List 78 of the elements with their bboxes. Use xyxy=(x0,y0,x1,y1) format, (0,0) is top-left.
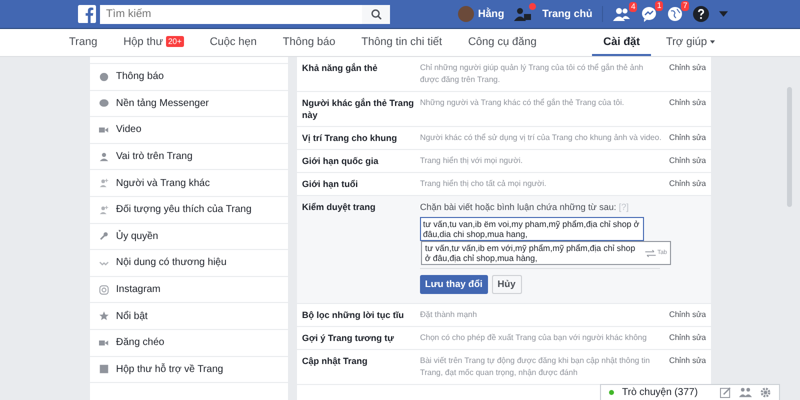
tab[interactable]: Cuộc hẹn xyxy=(198,29,268,56)
person-plus-icon xyxy=(99,204,109,215)
cancel-button[interactable]: Hủy xyxy=(492,275,522,294)
count-badge: 20+ xyxy=(166,36,184,47)
people-icon[interactable] xyxy=(739,387,752,398)
setting-description: Trang hiển thị cho tất cả mọi người. xyxy=(420,178,548,190)
count-badge: 7 xyxy=(680,1,690,11)
sidebar-item[interactable]: Instagram xyxy=(90,276,288,304)
tab[interactable]: Trợ giúp xyxy=(654,29,726,56)
save-button[interactable]: Lưu thay đổi xyxy=(420,275,488,294)
search-icon xyxy=(370,8,382,20)
edit-link[interactable]: Chỉnh sửa xyxy=(669,97,706,109)
caret-icon[interactable] xyxy=(719,11,728,17)
sidebar-item[interactable]: Hộp thư hỗ trợ về Trang xyxy=(90,356,288,384)
tab[interactable]: Trang xyxy=(58,29,108,56)
video-camera-icon xyxy=(99,124,109,135)
setting-description: Bài viết trên Trang tự động được đăng khi bạn cập nhật thông tin Trang, đạt mốc quan trọng, nhận được đánh xyxy=(420,355,651,379)
tab[interactable]: Công cụ đăng xyxy=(457,29,548,56)
sidebar-item[interactable]: Vai trò trên Trang xyxy=(90,144,288,170)
edit-link[interactable]: Chỉnh sửa xyxy=(669,132,706,144)
setting-description: Chọn có cho phép đề xuất Trang của bạn với người khác không xyxy=(420,332,648,344)
count-badge: 4 xyxy=(628,2,638,12)
sidebar-item[interactable]: Đăng chéo xyxy=(90,330,288,357)
setting-description: Trang hiển thị với mọi người. xyxy=(420,155,524,167)
setting-name: Kiểm duyệt trang xyxy=(302,201,377,213)
help-icon[interactable] xyxy=(693,6,710,22)
setting-description: Những người và Trang khác có thể gắn thẻ Trang của tôi. xyxy=(420,97,626,109)
edit-link[interactable]: Chỉnh sửa xyxy=(669,62,706,74)
setting-name: Gợi ý Trang tương tự xyxy=(302,332,395,344)
edit-link[interactable]: Chỉnh sửa xyxy=(669,309,706,321)
edit-link[interactable]: Chỉnh sửa xyxy=(669,178,706,190)
edit-link[interactable]: Chỉnh sửa xyxy=(669,155,706,167)
star-icon xyxy=(99,311,109,322)
sidebar-item[interactable]: Đối tượng yêu thích của Trang xyxy=(90,196,288,224)
search-button[interactable] xyxy=(362,4,390,24)
edit-link[interactable]: Chỉnh sửa xyxy=(669,332,706,344)
tab[interactable]: Thông tin chi tiết xyxy=(350,29,454,56)
profile-link[interactable]: Hằng xyxy=(478,8,504,20)
setting-name: Giới hạn quốc gia xyxy=(302,155,380,167)
setting-description: Người khác có thể sử dụng vị trí của Trang cho khung ảnh và video. xyxy=(420,132,662,144)
prompt-text: Chặn bài viết hoặc bình luận chứa những từ sau: xyxy=(420,202,616,212)
sidebar-item[interactable]: Thông báo xyxy=(90,64,288,91)
sidebar-item[interactable]: Nội dung có thương hiệu xyxy=(90,250,288,277)
edit-link[interactable]: Chỉnh sửa xyxy=(669,355,706,367)
setting-name: Vị trí Trang cho khung xyxy=(302,132,398,144)
swap-icon xyxy=(645,250,656,256)
wrench-icon xyxy=(99,231,109,242)
setting-name: Khả năng gắn thẻ xyxy=(302,62,379,74)
setting-name: Giới hạn tuổi xyxy=(302,178,359,190)
text-area[interactable]: tư vấn,tu van,ib ëm voi,my pham,mỹ phẩm,địa chỉ shop ở đâu,dia chi shop,mua hang, xyxy=(420,217,644,241)
setting-description: Đặt thành mạnh xyxy=(420,309,478,321)
suggestion-text: tư vấn,tư vấn,ib em với,mỹ phẩm,mỹ phẩm,địa chỉ shop ở đâu,địa chỉ shop,mua hàng, xyxy=(425,243,636,263)
sidebar-item[interactable]: Nền tảng Messenger xyxy=(90,90,288,118)
home-link[interactable]: Trang chủ xyxy=(542,8,592,20)
chat-label: Trò chuyện (377) xyxy=(622,387,698,398)
setting-name: Bộ lọc những lời tục tĩu xyxy=(302,309,405,321)
compose-icon[interactable] xyxy=(720,387,731,398)
sidebar-item[interactable]: Nổi bật xyxy=(90,303,288,330)
sidebar-item[interactable]: Video xyxy=(90,117,288,144)
sidebar-item[interactable]: Ủy quyền xyxy=(90,224,288,250)
tab[interactable]: Hộp thư 20+ xyxy=(112,29,195,56)
setting-name: Người khác gắn thẻ Trang này xyxy=(302,97,415,121)
count-badge: 1 xyxy=(654,1,664,11)
square-icon xyxy=(99,364,109,374)
chat-bar[interactable]: Trò chuyện (377) xyxy=(600,384,780,400)
friends-icon[interactable] xyxy=(613,7,632,21)
camera-icon xyxy=(99,284,109,295)
sidebar-item[interactable]: Người và Trang khác xyxy=(90,170,288,197)
video-camera-icon xyxy=(99,338,109,348)
settings-icon[interactable] xyxy=(760,387,771,398)
people-icon[interactable] xyxy=(514,7,532,21)
person-icon xyxy=(99,152,109,162)
tab[interactable]: Thông báo xyxy=(272,29,346,56)
logo-icon[interactable] xyxy=(78,5,96,23)
setting-name: Cập nhật Trang xyxy=(302,355,369,367)
messenger-icon[interactable] xyxy=(641,6,658,22)
setting-description: Chỉ những người giúp quản lý Trang của tôi có thể gắn thẻ ảnh được đăng trên Trang. xyxy=(420,62,644,86)
person-plus-icon xyxy=(99,178,109,188)
